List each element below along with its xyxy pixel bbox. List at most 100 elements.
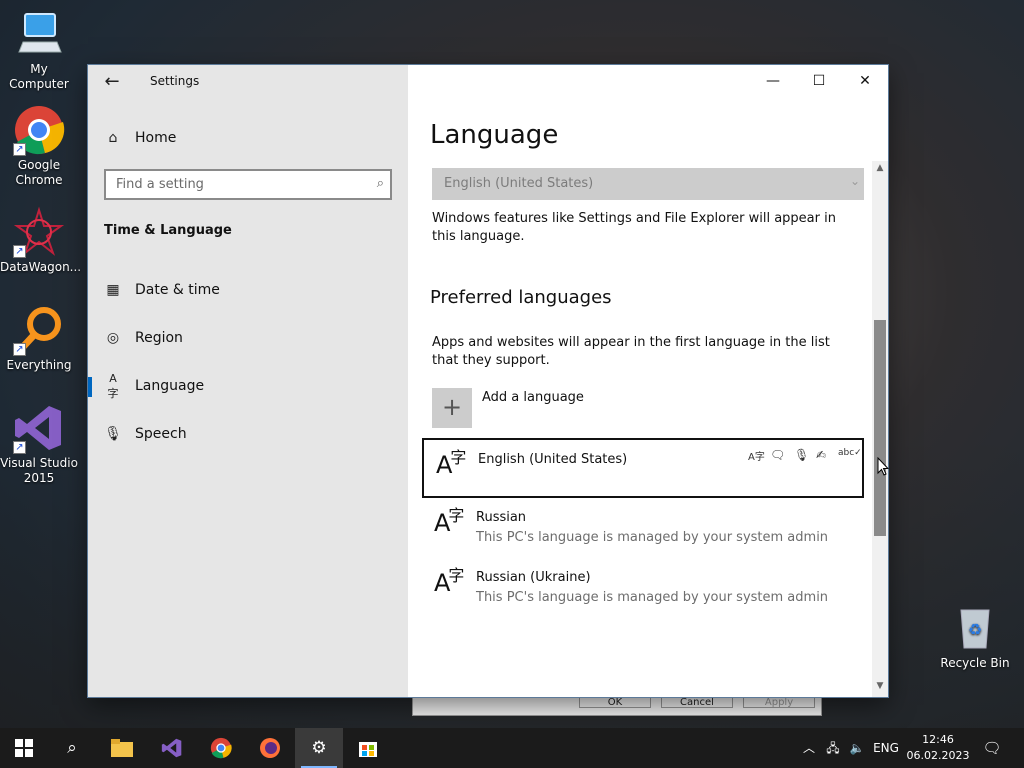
language-glyph-icon: A字: [436, 448, 466, 479]
microphone-feature-icon: 🎙: [794, 448, 810, 462]
sidebar-item-home[interactable]: ⌂ Home: [88, 118, 408, 158]
firefox-taskbar-icon[interactable]: [246, 728, 294, 768]
desktop-icon-my-computer[interactable]: My Computer: [0, 8, 78, 92]
desktop-icon-label: Recycle Bin: [940, 656, 1010, 670]
desktop-icon-label: Google Chrome: [15, 158, 63, 187]
handwriting-feature-icon: ✍: [816, 448, 827, 462]
sidebar-item-region[interactable]: ◎ Region: [88, 318, 408, 358]
datawagon-icon: ↗: [13, 206, 65, 258]
display-language-note: Windows features like Settings and File …: [432, 211, 836, 244]
add-language-plus-icon[interactable]: +: [432, 388, 472, 428]
language-item-english-us[interactable]: A字 English (United States) A字 🗨 🎙 ✍ abc✓: [422, 438, 864, 498]
ok-button[interactable]: OK: [579, 696, 651, 708]
sidebar-item-label: Speech: [135, 426, 187, 442]
input-language-indicator[interactable]: ENG: [870, 728, 902, 768]
sidebar-item-label: Region: [135, 330, 183, 346]
back-arrow-icon[interactable]: ←: [100, 71, 124, 95]
mouse-cursor-icon: [877, 457, 889, 476]
visual-studio-icon: ↗: [13, 402, 65, 454]
sidebar-item-speech[interactable]: 🎙 Speech: [88, 414, 408, 454]
close-button[interactable]: ✕: [842, 65, 888, 97]
recycle-bin-icon: ♻: [949, 602, 1001, 654]
search-placeholder: Find a setting: [116, 177, 204, 192]
search-icon[interactable]: ⌕: [48, 728, 96, 768]
maximize-button[interactable]: ☐: [796, 65, 842, 97]
settings-window: ← Settings ⌂ Home Find a setting ⌕ Time …: [88, 65, 888, 697]
preferred-languages-note: Apps and websites will appear in the fir…: [432, 335, 830, 368]
page-title: Language: [430, 120, 559, 150]
store-taskbar-icon[interactable]: [344, 728, 392, 768]
scroll-down-arrow-icon[interactable]: ▼: [874, 681, 886, 695]
search-icon: ⌕: [376, 176, 384, 191]
desktop-icon-everything[interactable]: ↗ Everything: [0, 304, 78, 373]
language-glyph-icon: A字: [434, 566, 464, 597]
language-item-russian-ukraine[interactable]: A字 Russian (Ukraine) This PC's language …: [422, 558, 864, 618]
add-language-button[interactable]: Add a language: [482, 390, 584, 405]
scrollbar-thumb[interactable]: [874, 320, 886, 536]
microphone-icon: 🎙: [104, 426, 122, 442]
chrome-taskbar-icon[interactable]: [197, 728, 245, 768]
cancel-button[interactable]: Cancel: [661, 696, 733, 708]
spellcheck-feature-icon: abc✓: [838, 448, 862, 458]
background-dialog: OK Cancel Apply: [412, 696, 822, 716]
svg-text:♻: ♻: [968, 620, 982, 639]
shortcut-arrow-icon: ↗: [13, 143, 26, 156]
network-icon[interactable]: 🖧: [822, 728, 844, 768]
settings-taskbar-gear-icon[interactable]: ⚙: [295, 728, 343, 768]
chrome-icon: ↗: [13, 104, 65, 156]
desktop-icon-label: DataWagon...: [0, 260, 82, 274]
display-language-feature-icon: A字: [748, 452, 765, 463]
everything-search-icon: ↗: [13, 304, 65, 356]
language-status: This PC's language is managed by your sy…: [476, 590, 829, 605]
display-language-dropdown[interactable]: English (United States) ⌄: [432, 168, 864, 200]
sidebar-item-language[interactable]: A字 Language: [88, 366, 408, 406]
window-title: Settings: [150, 74, 200, 88]
shortcut-arrow-icon: ↗: [13, 441, 26, 454]
desktop-icon-visual-studio[interactable]: ↗ Visual Studio 2015: [0, 402, 78, 486]
windows-logo-icon: [15, 739, 33, 757]
show-hidden-icons-chevron-up-icon[interactable]: ︿: [798, 728, 820, 768]
notifications-icon[interactable]: 🗨: [978, 728, 1006, 768]
computer-icon: [13, 8, 65, 60]
desktop-icon-recycle-bin[interactable]: ♻ Recycle Bin: [936, 602, 1014, 671]
calendar-clock-icon: ▦: [106, 282, 120, 298]
globe-icon: ◎: [106, 330, 120, 346]
sidebar-item-label: Home: [135, 130, 177, 146]
language-glyph-icon: A字: [434, 506, 464, 537]
taskbar: ⌕ ⚙ ︿ 🖧 🔈 ENG 12:46 06.02.2023 🗨: [0, 728, 1024, 768]
apply-button[interactable]: Apply: [743, 696, 815, 708]
section-title: Time & Language: [104, 223, 232, 238]
desktop-icon-label: My Computer: [9, 62, 69, 91]
language-icon: A字: [107, 371, 119, 400]
file-explorer-icon[interactable]: [98, 728, 146, 768]
language-name: English (United States): [478, 452, 628, 467]
desktop-icon-label: Everything: [6, 358, 72, 372]
desktop-icon-label: Visual Studio 2015: [0, 456, 78, 485]
volume-icon[interactable]: 🔈: [846, 728, 868, 768]
settings-content: — ☐ ✕ Language English (United States) ⌄…: [408, 65, 888, 697]
language-name: Russian: [476, 510, 527, 525]
sidebar-item-label: Language: [135, 378, 205, 394]
clock-time: 12:46: [922, 733, 954, 746]
scroll-up-arrow-icon[interactable]: ▲: [874, 163, 886, 177]
shortcut-arrow-icon: ↗: [13, 245, 26, 258]
chevron-down-icon: ⌄: [849, 174, 860, 188]
search-input[interactable]: Find a setting ⌕: [104, 169, 392, 200]
visual-studio-taskbar-icon[interactable]: [148, 728, 196, 768]
clock-date: 06.02.2023: [906, 749, 970, 762]
clock[interactable]: 12:46 06.02.2023: [904, 732, 972, 764]
desktop-icon-google-chrome[interactable]: ↗ Google Chrome: [0, 104, 78, 188]
settings-sidebar: ← Settings ⌂ Home Find a setting ⌕ Time …: [88, 65, 408, 697]
home-icon: ⌂: [108, 130, 118, 146]
dropdown-value: English (United States): [444, 176, 594, 191]
start-button[interactable]: [0, 728, 48, 768]
sidebar-item-date-time[interactable]: ▦ Date & time: [88, 270, 408, 310]
speech-recognition-feature-icon: 🗨: [770, 448, 786, 462]
minimize-button[interactable]: —: [750, 65, 796, 97]
language-status: This PC's language is managed by your sy…: [476, 530, 829, 545]
language-item-russian[interactable]: A字 Russian This PC's language is managed…: [422, 498, 864, 558]
preferred-languages-heading: Preferred languages: [430, 287, 612, 308]
desktop-icon-datawagon[interactable]: ↗ DataWagon...: [0, 206, 82, 275]
shortcut-arrow-icon: ↗: [13, 343, 26, 356]
language-name: Russian (Ukraine): [476, 570, 591, 585]
